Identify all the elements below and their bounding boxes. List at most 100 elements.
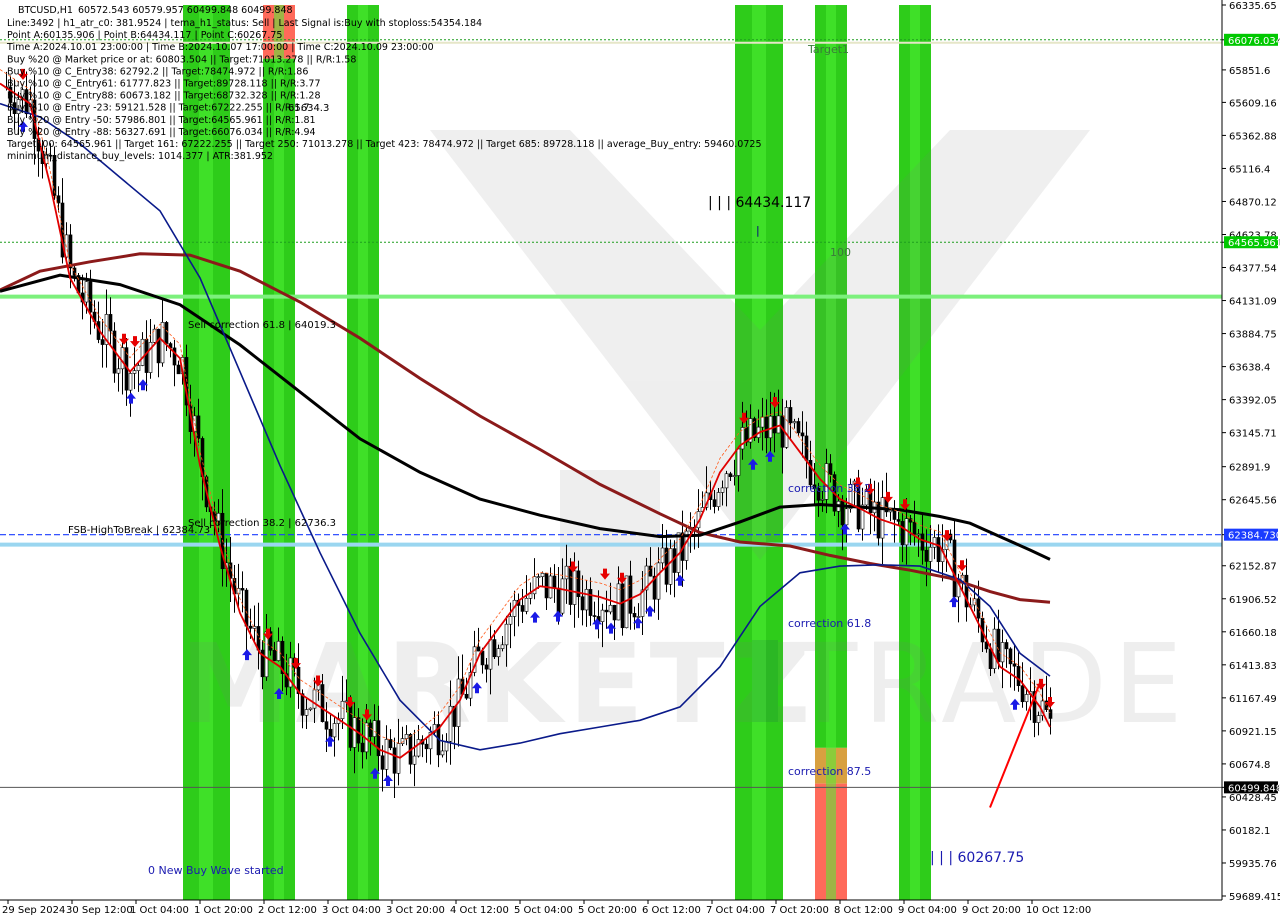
candle-body: [716, 492, 721, 507]
level-100-label: 100: [830, 246, 851, 259]
target1-label: Target1: [807, 43, 849, 56]
candle-body: [404, 734, 409, 739]
sell-correction-382: Sell correction 38.2 | 62736.3: [188, 518, 336, 529]
x-tick-label: 4 Oct 12:00: [450, 905, 509, 916]
candle-body: [952, 539, 957, 598]
candle-body: [976, 598, 981, 619]
y-tick-label: 60428.45: [1229, 793, 1277, 804]
candle-body: [796, 421, 801, 434]
candle-body: [660, 547, 665, 564]
x-tick-label: 9 Oct 04:00: [898, 905, 957, 916]
info-line-8: Buy %20 @ Entry -50: 57986.801 || Target…: [7, 115, 316, 126]
candle-body: [604, 609, 609, 613]
candle-body: [668, 548, 673, 585]
candle-body: [736, 448, 741, 476]
symbol-title: BTCUSD,H1: [18, 5, 73, 16]
candle-body: [564, 565, 569, 580]
x-tick-label: 9 Oct 20:00: [962, 905, 1021, 916]
y-tick-label: 59689.415: [1229, 892, 1280, 903]
candle-body: [528, 593, 533, 599]
candle-body: [352, 717, 357, 748]
info-line-5: Buy %10 @ C_Entry61: 61777.823 || Target…: [7, 79, 321, 90]
candle-body: [584, 589, 589, 611]
candle-body: [488, 639, 493, 670]
candle-body: [580, 596, 585, 611]
candle-body: [820, 499, 825, 501]
price-chart[interactable]: MARKETZ TRADE Target1 | | | 64434.117 | …: [0, 0, 1280, 920]
candle-body: [320, 684, 325, 722]
candle-body: [912, 521, 917, 535]
candle-body: [372, 720, 377, 737]
candle-body: [416, 739, 421, 757]
y-tick-label: 63392.05: [1229, 396, 1277, 407]
candle-body: [164, 322, 169, 344]
sell-correction-618: Sell correction 61.8 | 64019.3: [188, 320, 336, 331]
candle-body: [768, 415, 773, 439]
candle-body: [1016, 665, 1021, 687]
candle-body: [772, 415, 777, 434]
info-line-1: Point A:60135.906 | Point B:64434.117 | …: [7, 30, 282, 41]
fsb-label: FSB-HighToBreak | 62384.73: [68, 525, 210, 536]
candle-body: [916, 533, 921, 536]
candle-body: [508, 616, 513, 625]
candle-body: [896, 519, 901, 522]
candle-body: [1012, 663, 1017, 667]
candle-body: [332, 723, 337, 738]
candle-body: [340, 700, 345, 719]
candle-body: [272, 649, 277, 661]
candle-body: [784, 407, 789, 448]
candle-body: [1004, 642, 1009, 650]
candle-body: [504, 623, 509, 646]
info-line-6: Buy %10 @ C_Entry88: 60673.182 || Target…: [7, 91, 321, 102]
y-tick-label: 61413.83: [1229, 661, 1277, 672]
candle-body: [440, 750, 445, 756]
candle-body: [1048, 709, 1053, 719]
candle-body: [100, 339, 105, 345]
y-tick-label: 62152.87: [1229, 562, 1277, 573]
candle-body: [132, 370, 137, 374]
info-line-3: Buy %20 @ Market price or at: 60803.504 …: [7, 54, 356, 65]
candle-body: [144, 338, 149, 373]
y-tick-label: 63884.75: [1229, 330, 1277, 341]
candle-body: [196, 415, 201, 439]
candle-body: [1020, 685, 1025, 703]
x-tick-label: 2 Oct 12:00: [258, 905, 317, 916]
candle-body: [800, 432, 805, 437]
candle-body: [312, 689, 317, 709]
candle-body: [476, 646, 481, 652]
candle-body: [588, 589, 593, 616]
info-line-11: minimum_distance_buy_levels: 1014.377 | …: [7, 151, 273, 162]
candle-body: [536, 576, 541, 578]
signal-zone-highlight-5: [910, 5, 920, 900]
candle-body: [308, 707, 313, 710]
x-tick-label: 5 Oct 20:00: [578, 905, 637, 916]
candle-body: [560, 578, 565, 614]
y-tick-label: 65362.88: [1229, 131, 1277, 142]
candle-body: [304, 709, 309, 716]
candle-body: [392, 747, 397, 774]
candle-body: [324, 721, 329, 730]
x-tick-label: 6 Oct 12:00: [642, 905, 701, 916]
candle-body: [628, 575, 633, 614]
candle-body: [328, 728, 333, 738]
y-tick-label: 60921.15: [1229, 727, 1277, 738]
candle-body: [384, 739, 389, 770]
candle-body: [128, 373, 133, 391]
chart-window: MARKETZ TRADE Target1 | | | 64434.117 | …: [0, 0, 1280, 920]
candle-body: [136, 365, 141, 371]
candle-body: [120, 347, 125, 370]
candle-body: [480, 650, 485, 666]
candle-body: [500, 644, 505, 649]
y-tick-label: 65116.4: [1229, 164, 1270, 175]
candle-body: [380, 755, 385, 770]
candle-body: [776, 415, 781, 434]
candle-body: [672, 548, 677, 573]
candle-body: [108, 314, 113, 332]
new-buy-wave-label: 0 New Buy Wave started: [148, 864, 284, 877]
candle-body: [920, 533, 925, 551]
candle-body: [592, 615, 597, 617]
candle-body: [1036, 715, 1041, 723]
candle-body: [1008, 648, 1013, 665]
candle-body: [556, 587, 561, 614]
candle-body: [248, 625, 253, 629]
